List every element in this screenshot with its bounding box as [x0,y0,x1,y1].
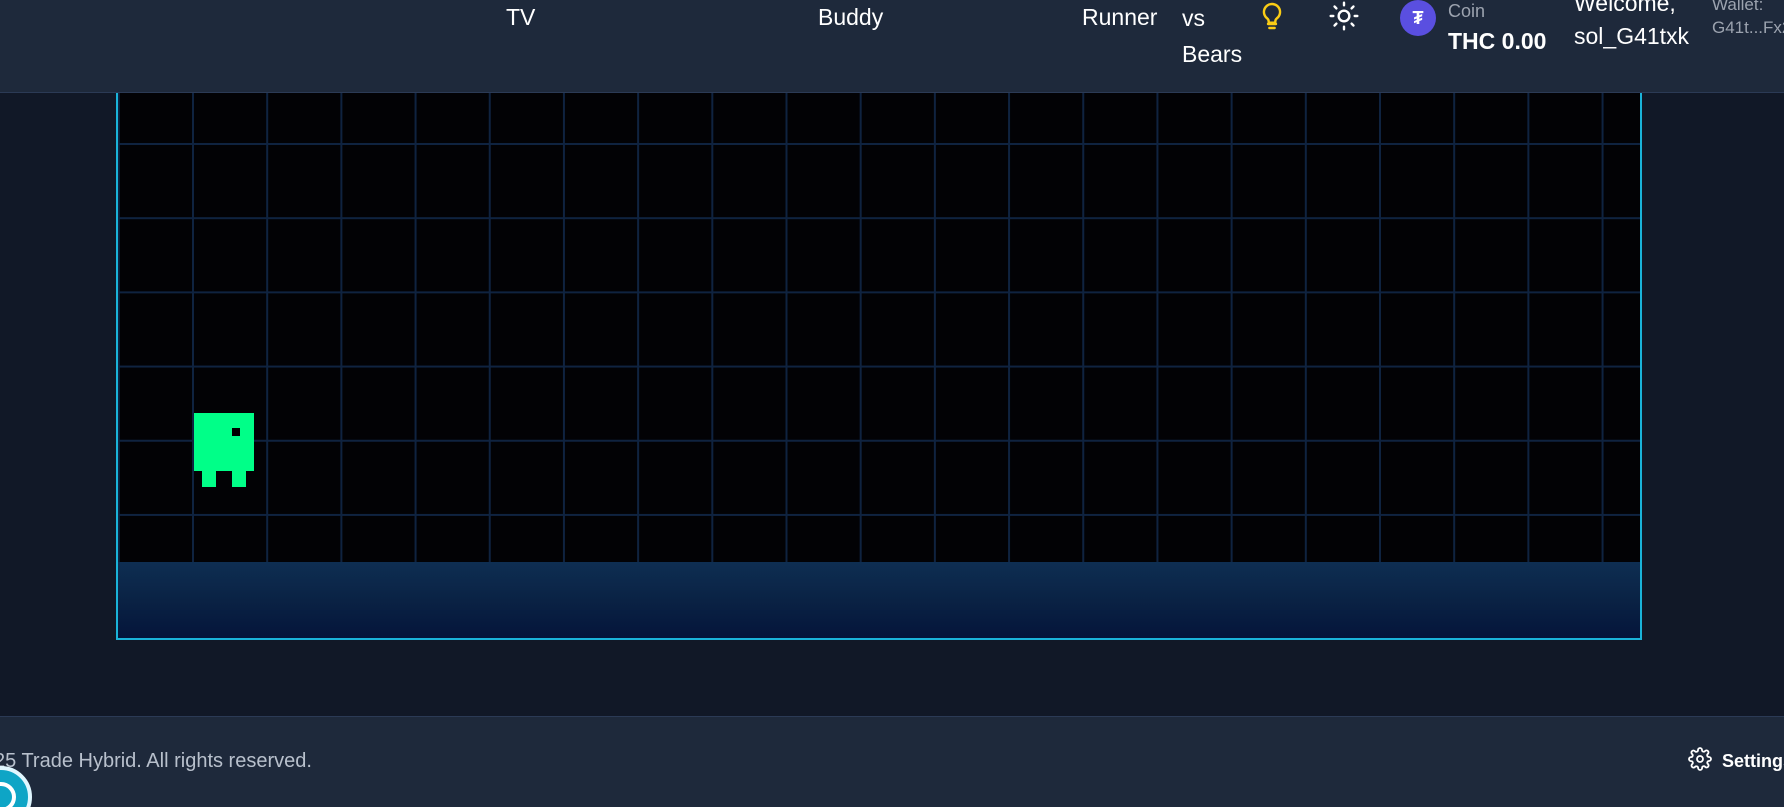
nav-tv[interactable]: TV [506,0,535,34]
coin-label: Coin [1448,1,1486,21]
nav-buddy[interactable]: Buddy [818,0,883,34]
player-character [194,413,254,487]
game-grid-background [118,93,1640,562]
settings-button[interactable]: Settings [1688,747,1784,776]
player-leg-left [202,471,216,487]
support-chat-inner [0,782,16,807]
player-body [194,413,254,471]
top-nav: TV Buddy Runner vs Bears ₮ Coin THC 0.00… [0,0,1784,93]
coin-logo-icon: ₮ [1400,0,1436,36]
welcome-text: Welcome, [1574,0,1676,16]
coin-balance: THC 0.00 [1448,28,1547,54]
gear-icon [1688,747,1712,776]
username[interactable]: sol_G41txk [1574,19,1689,53]
copyright-text: 25 Trade Hybrid. All rights reserved. [0,750,312,772]
footer: 25 Trade Hybrid. All rights reserved. Se… [0,716,1784,807]
sun-icon[interactable] [1328,0,1360,32]
game-canvas[interactable] [116,93,1642,640]
game-ground [118,562,1640,638]
settings-label: Settings [1722,751,1784,771]
wallet-address[interactable]: G41t...Fx2 [1712,17,1784,39]
lightbulb-icon[interactable] [1256,0,1288,32]
player-eye [232,428,240,436]
nav-runner[interactable]: Runner [1082,0,1157,34]
wallet-label: Wallet: [1712,0,1764,14]
player-leg-right [232,471,246,487]
nav-bulls-vs-bears[interactable]: vs Bears [1182,0,1252,72]
